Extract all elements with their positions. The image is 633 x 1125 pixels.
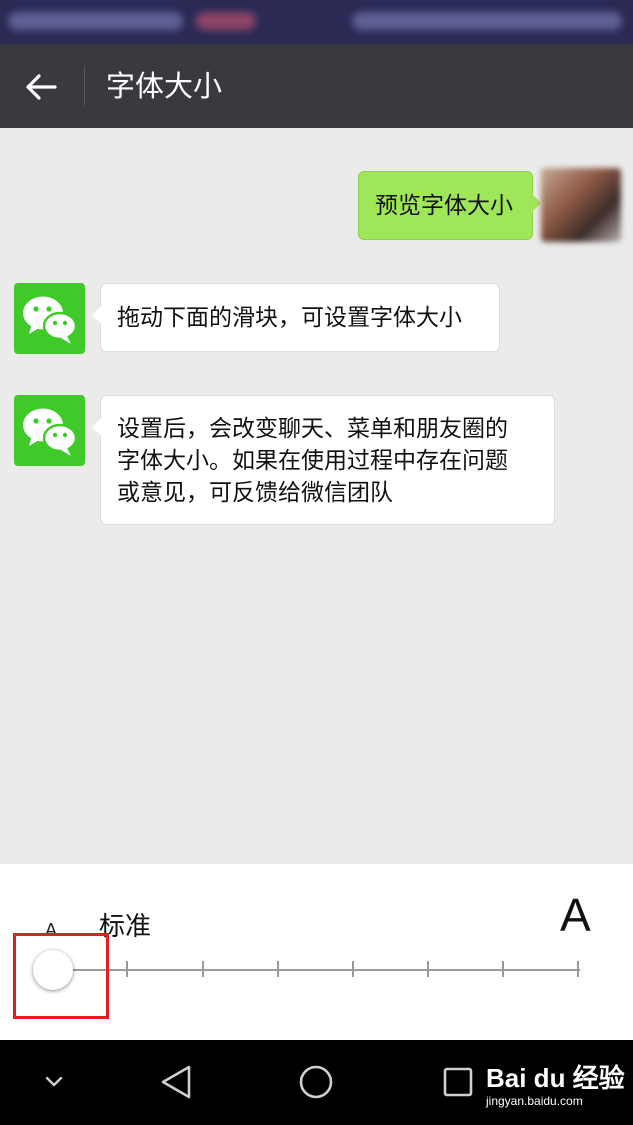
watermark-brand: Bai du 经验 [486, 1063, 625, 1093]
watermark-url: jingyan.baidu.com [486, 1094, 583, 1108]
title-divider [84, 66, 85, 106]
slider-tick [577, 961, 579, 977]
home-circle-icon [299, 1065, 333, 1099]
sent-message-bubble: 预览字体大小 [358, 171, 541, 240]
message-text-line: 设置后，会改变聊天、菜单和朋友圈的 [117, 416, 508, 442]
bubble-tail [92, 418, 101, 436]
status-blur [196, 12, 256, 30]
message-text: 拖动下面的滑块，可设置字体大小 [117, 305, 462, 331]
slider-tick [202, 961, 204, 977]
slider-tick [126, 961, 128, 977]
slider-tick [427, 961, 429, 977]
message-text-line: 字体大小。如果在使用过程中存在问题 [117, 448, 508, 474]
arrow-left-icon [26, 74, 57, 100]
wechat-avatar [14, 283, 85, 354]
received-message-bubble: 设置后，会改变聊天、菜单和朋友圈的 字体大小。如果在使用过程中存在问题 或意见，… [92, 395, 555, 525]
wechat-logo-icon [23, 296, 78, 344]
font-size-slider-track[interactable] [53, 969, 580, 971]
baidu-jingyan-watermark: Bai du 经验 jingyan.baidu.com [486, 1063, 626, 1113]
title-bar: 字体大小 [0, 44, 633, 128]
recents-square-icon [443, 1067, 473, 1097]
highlight-annotation-box [13, 933, 109, 1019]
nav-back-button[interactable] [156, 1062, 196, 1102]
hide-keyboard-button[interactable] [36, 1064, 72, 1100]
page-title: 字体大小 [106, 69, 223, 103]
slider-tick [277, 961, 279, 977]
message-text: 预览字体大小 [375, 193, 513, 219]
status-bar [0, 0, 633, 44]
back-button[interactable] [18, 64, 64, 110]
nav-recents-button[interactable] [438, 1062, 478, 1102]
wechat-logo-icon [23, 408, 78, 456]
status-blur [8, 12, 183, 30]
back-triangle-icon [161, 1065, 191, 1099]
bubble-tail [532, 194, 541, 212]
wechat-avatar [14, 395, 85, 466]
nav-home-button[interactable] [296, 1062, 336, 1102]
slider-tick [352, 961, 354, 977]
status-blur [352, 12, 622, 30]
large-font-label: A [560, 889, 591, 941]
slider-tick [502, 961, 504, 977]
bubble-tail [92, 306, 101, 324]
user-avatar [541, 168, 621, 242]
chevron-down-icon [45, 1076, 63, 1087]
message-text-line: 或意见，可反馈给微信团队 [117, 480, 393, 506]
received-message-bubble: 拖动下面的滑块，可设置字体大小 [92, 283, 500, 352]
